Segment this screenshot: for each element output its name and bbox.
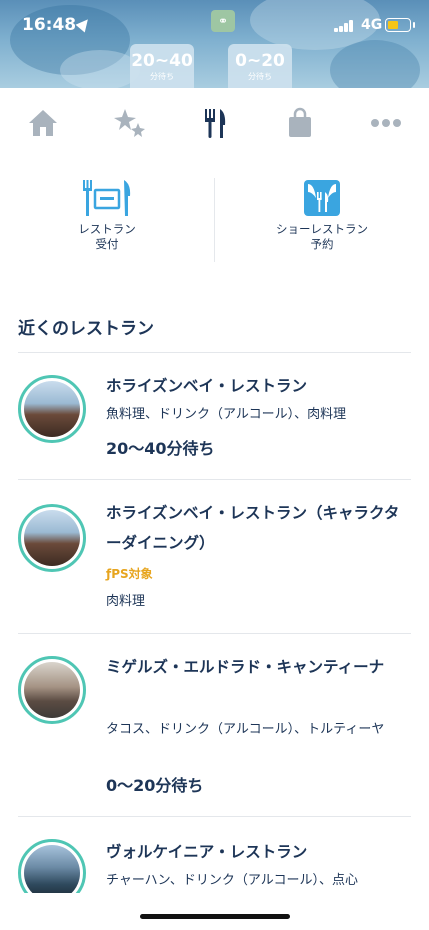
status-bar: 16:48 4G (0, 0, 429, 50)
restaurant-list-item[interactable]: ホライズンベイ・レストラン 魚料理、ドリンク（アルコール）、肉料理 20〜40分… (0, 353, 429, 479)
restaurant-tags: タコス、ドリンク（アルコール）、トルティーヤ (106, 722, 385, 737)
restaurant-thumbnail (18, 656, 86, 724)
tab-more[interactable] (361, 98, 411, 148)
restaurant-name: ホライズンベイ・レストラン (106, 377, 308, 395)
show-restaurant-button[interactable]: ショーレストラン 予約 (215, 170, 429, 265)
status-time: 16:48 (22, 15, 77, 35)
restaurant-name: ミゲルズ・エルドラド・キャンティーナ (106, 658, 385, 676)
show-restaurant-icon (304, 180, 340, 216)
home-bar-area (0, 893, 429, 930)
map-wait-badge[interactable]: 0~20 分待ち (228, 44, 292, 88)
restaurant-name: ヴォルケイニア・レストラン (106, 843, 308, 861)
section-title: 近くのレストラン (18, 319, 154, 339)
priority-seating-badge: ƒPS対象 (106, 567, 153, 581)
wait-time: 20〜40分待ち (106, 439, 215, 458)
restaurant-reception-icon (83, 180, 131, 216)
restaurant-thumbnail (18, 375, 86, 443)
restaurant-name: ホライズンベイ・レストラン（キャラクターダイニング） (106, 504, 400, 552)
restaurant-reception-button[interactable]: レストラン 受付 (0, 170, 214, 265)
network-label: 4G (361, 17, 383, 33)
tab-attractions[interactable] (104, 98, 154, 148)
tab-shopping[interactable] (275, 98, 325, 148)
home-indicator[interactable] (140, 914, 290, 919)
more-icon (371, 119, 401, 127)
restaurant-list-item[interactable]: ホライズンベイ・レストラン（キャラクターダイニング） ƒPS対象 肉料理 (0, 480, 429, 633)
restaurant-list-item[interactable]: ミゲルズ・エルドラド・キャンティーナ タコス、ドリンク（アルコール）、トルティー… (0, 634, 429, 816)
shopping-bag-icon (289, 107, 311, 137)
map-wait-badge[interactable]: 20~40 分待ち (130, 44, 194, 88)
sparkles-icon (114, 109, 145, 137)
restaurant-tags: 魚料理、ドリンク（アルコール）、肉料理 (106, 407, 347, 422)
location-arrow-icon (75, 15, 93, 33)
wait-time: 0〜20分待ち (106, 776, 204, 795)
fork-knife-icon (205, 109, 226, 138)
quick-actions: レストラン 受付 ショーレストラン 予約 (0, 170, 429, 265)
home-icon (29, 110, 57, 136)
tab-home[interactable] (18, 98, 68, 148)
restaurant-tags: チャーハン、ドリンク（アルコール）、点心 (106, 873, 358, 888)
battery-icon (385, 18, 415, 32)
category-tabs (0, 88, 429, 158)
restaurant-list-item[interactable]: ヴォルケイニア・レストラン チャーハン、ドリンク（アルコール）、点心 (0, 817, 429, 893)
restaurant-thumbnail (18, 504, 86, 572)
tab-restaurants[interactable] (190, 98, 240, 148)
restaurant-tags: 肉料理 (106, 594, 146, 609)
restaurant-thumbnail (18, 839, 86, 893)
signal-icon (334, 20, 356, 32)
